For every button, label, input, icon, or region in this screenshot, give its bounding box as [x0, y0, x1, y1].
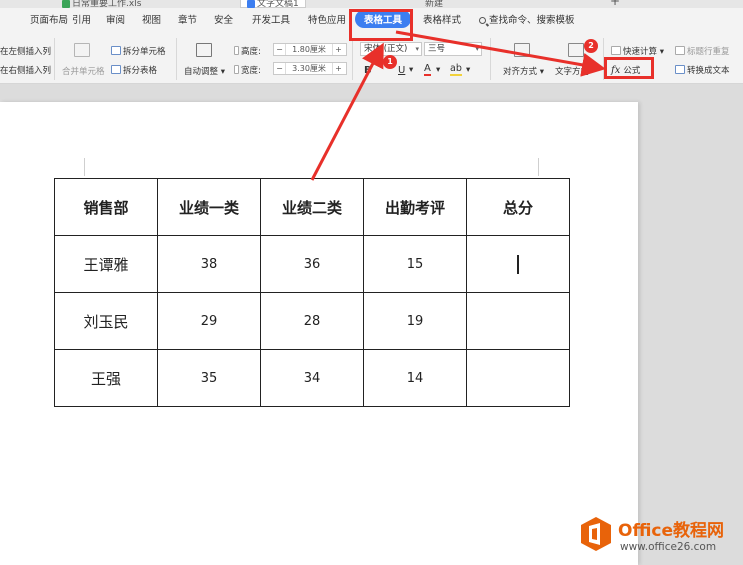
arrow-to-table-tools	[310, 42, 384, 181]
site-watermark: Office教程网 www.office26.com	[580, 512, 740, 562]
watermark-title: Office教程网	[618, 521, 725, 541]
office-logo-icon	[581, 517, 611, 551]
annotation-arrows	[310, 30, 606, 181]
step-badge-2: 2	[584, 39, 598, 53]
arrow-to-formula	[395, 30, 606, 77]
step-badge-1: 1	[383, 55, 397, 69]
watermark-url: www.office26.com	[620, 541, 717, 553]
